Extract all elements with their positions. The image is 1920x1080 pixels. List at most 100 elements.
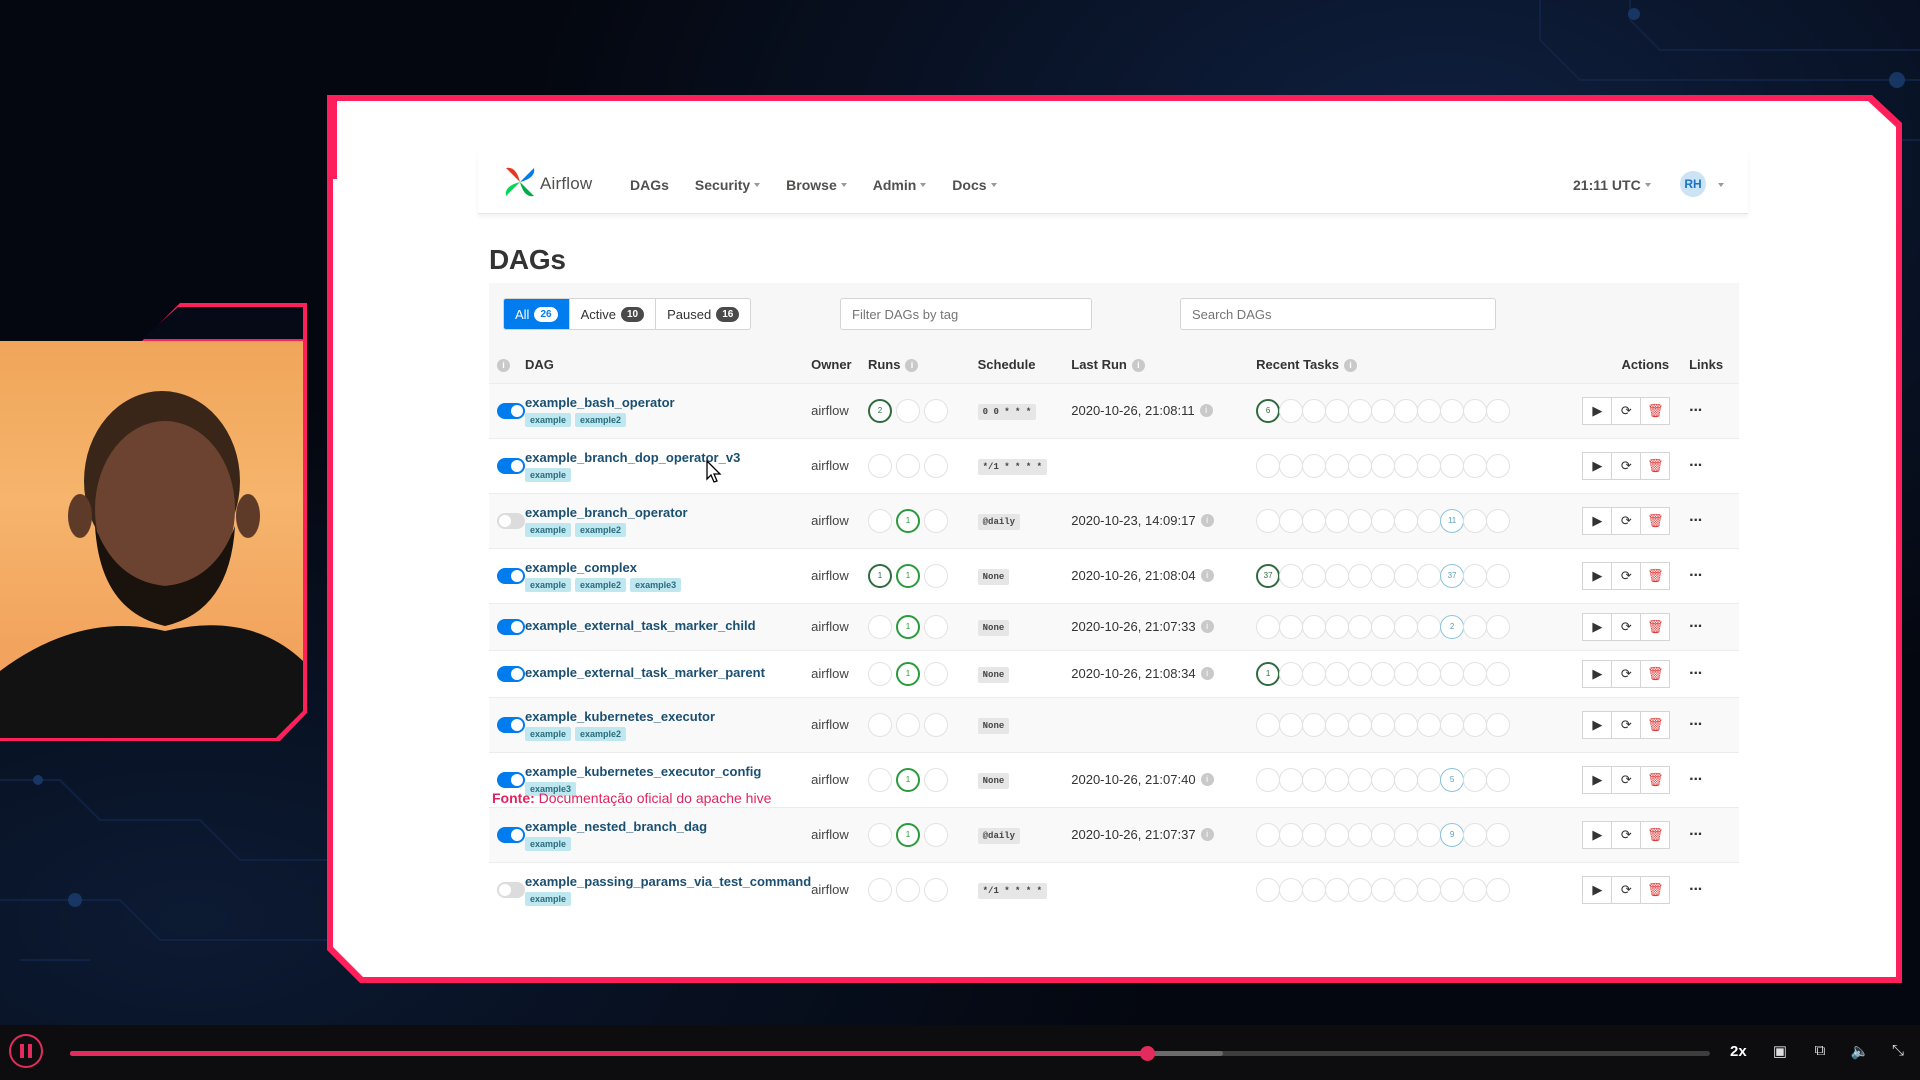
task-status-circle[interactable] [1486,453,1511,478]
task-status-circle[interactable] [1279,661,1304,686]
dag-tag[interactable]: example [525,412,572,427]
dag-tag[interactable]: example [525,577,572,592]
dag-toggle[interactable] [497,567,525,584]
task-status-circle[interactable] [1325,453,1350,478]
task-status-circle[interactable] [1463,614,1488,639]
task-status-circle[interactable] [1371,767,1396,792]
dag-name-link[interactable]: example_nested_branch_dag [525,819,811,834]
task-status-circle[interactable] [1463,661,1488,686]
task-status-circle[interactable] [1371,822,1396,847]
schedule-badge[interactable]: @daily [977,827,1021,844]
dag-toggle[interactable] [497,665,525,682]
task-status-circle[interactable] [1256,877,1281,902]
task-status-circle[interactable] [1371,453,1396,478]
task-status-circle[interactable] [1417,453,1442,478]
task-status-circle[interactable] [1302,877,1327,902]
dag-tag[interactable]: example [525,726,572,741]
task-status-circle[interactable] [1371,614,1396,639]
header-dag[interactable]: DAG [525,347,811,383]
task-status-circle[interactable] [1417,767,1442,792]
dag-name-link[interactable]: example_passing_params_via_test_command [525,874,811,889]
task-status-circle[interactable] [1348,398,1373,423]
trigger-dag-button[interactable]: ▶ [1582,396,1613,425]
delete-dag-button[interactable]: 🗑 [1640,612,1671,641]
schedule-badge[interactable]: None [977,666,1010,683]
run-status-circle[interactable] [923,508,948,533]
more-links-icon[interactable]: ··· [1689,457,1703,474]
task-status-circle[interactable] [1256,453,1281,478]
run-status-circle[interactable] [923,661,948,686]
pause-button[interactable] [9,1034,43,1068]
task-status-circle[interactable] [1302,712,1327,737]
dag-toggle[interactable] [497,771,525,788]
delete-dag-button[interactable]: 🗑 [1640,820,1671,849]
speed-button[interactable]: 2x [1730,1043,1747,1060]
task-status-circle[interactable] [1348,614,1373,639]
task-status-circle[interactable]: 1 [1256,661,1281,686]
seek-handle[interactable] [1140,1046,1156,1061]
owner-cell[interactable]: airflow [811,806,868,862]
task-status-circle[interactable] [1325,398,1350,423]
dag-name-link[interactable]: example_kubernetes_executor [525,709,811,724]
task-status-circle[interactable] [1486,822,1511,847]
run-status-circle[interactable] [923,563,948,588]
task-status-circle[interactable] [1417,563,1442,588]
run-status-circle[interactable] [867,614,892,639]
task-status-circle[interactable] [1371,661,1396,686]
run-status-circle[interactable]: 1 [867,563,892,588]
last-run-link[interactable]: 2020-10-26, 21:08:34 [1071,666,1195,681]
task-status-circle[interactable] [1371,563,1396,588]
run-status-circle[interactable] [867,822,892,847]
dag-name-link[interactable]: example_complex [525,560,811,575]
owner-cell[interactable]: airflow [811,382,868,438]
task-status-circle[interactable] [1417,614,1442,639]
dag-tag[interactable]: example [525,522,572,537]
dag-tag[interactable]: example [525,891,572,906]
task-status-circle[interactable] [1348,508,1373,533]
delete-dag-button[interactable]: 🗑 [1640,659,1671,688]
run-status-circle[interactable]: 1 [895,563,920,588]
run-status-circle[interactable] [923,712,948,737]
refresh-button[interactable]: ⟳ [1611,561,1642,590]
task-status-circle[interactable] [1348,563,1373,588]
task-status-circle[interactable]: 37 [1440,563,1465,588]
dag-name-link[interactable]: example_branch_dop_operator_v3 [525,450,811,465]
task-status-circle[interactable] [1394,712,1419,737]
task-status-circle[interactable] [1486,661,1511,686]
run-status-circle[interactable] [867,767,892,792]
task-status-circle[interactable] [1302,767,1327,792]
task-status-circle[interactable] [1279,877,1304,902]
task-status-circle[interactable] [1486,877,1511,902]
run-status-circle[interactable] [923,614,948,639]
task-status-circle[interactable] [1394,453,1419,478]
dag-toggle[interactable] [497,716,525,733]
task-status-circle[interactable] [1279,614,1304,639]
task-status-circle[interactable] [1486,508,1511,533]
refresh-button[interactable]: ⟳ [1611,451,1642,480]
task-status-circle[interactable] [1256,712,1281,737]
tag-filter-input[interactable] [840,298,1092,330]
schedule-badge[interactable]: */1 * * * * [977,458,1048,475]
task-status-circle[interactable] [1394,508,1419,533]
run-status-circle[interactable] [923,767,948,792]
owner-cell[interactable]: airflow [811,861,868,917]
run-status-circle[interactable] [923,398,948,423]
dag-tag[interactable]: example2 [575,577,627,592]
run-status-circle[interactable] [867,508,892,533]
dag-name-link[interactable]: example_branch_operator [525,505,811,520]
task-status-circle[interactable] [1302,508,1327,533]
task-status-circle[interactable] [1325,661,1350,686]
owner-cell[interactable]: airflow [811,602,868,650]
task-status-circle[interactable] [1417,712,1442,737]
nav-admin[interactable]: Admin [873,177,927,193]
dag-toggle[interactable] [497,457,525,474]
task-status-circle[interactable] [1394,822,1419,847]
task-status-circle[interactable] [1371,712,1396,737]
run-status-circle[interactable]: 2 [867,398,892,423]
owner-cell[interactable]: airflow [811,547,868,603]
dag-tag[interactable]: example [525,467,572,482]
refresh-button[interactable]: ⟳ [1611,659,1642,688]
run-status-circle[interactable]: 1 [895,508,920,533]
last-run-link[interactable]: 2020-10-26, 21:07:37 [1071,827,1195,842]
delete-dag-button[interactable]: 🗑 [1640,561,1671,590]
